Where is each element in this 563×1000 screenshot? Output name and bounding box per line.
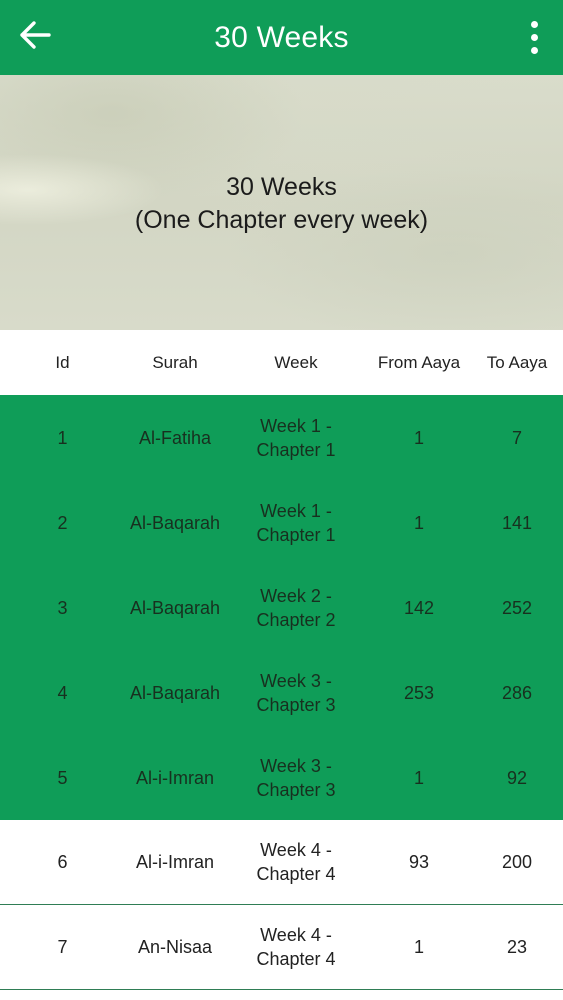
banner-subtitle: (One Chapter every week) [134, 205, 429, 234]
table-row[interactable]: 6 Al-i-Imran Week 4 - Chapter 4 93 200 [0, 820, 563, 905]
more-vert-icon-dot [530, 20, 538, 28]
cell-week: Week 3 - Chapter 3 [256, 670, 336, 715]
cell-surah: Al-Baqarah [129, 682, 221, 703]
cell-to-aaya: 286 [501, 682, 533, 703]
cell-surah: Al-i-Imran [135, 852, 214, 872]
cell-surah: An-Nisaa [137, 937, 213, 957]
cell-id: 6 [57, 852, 68, 872]
cell-to-aaya: 92 [506, 767, 528, 788]
cell-id: 3 [57, 597, 68, 618]
header-to-aaya: To Aaya [486, 352, 548, 372]
cell-week: Week 3 - Chapter 3 [256, 755, 336, 800]
cell-from-aaya: 93 [408, 852, 430, 872]
more-vert-icon-dot [530, 33, 538, 41]
cell-to-aaya: 141 [501, 512, 533, 533]
header-id: Id [55, 352, 70, 372]
table-row[interactable]: 2 Al-Baqarah Week 1 - Chapter 1 1 141 [0, 480, 563, 565]
cell-week: Week 4 - Chapter 4 [256, 840, 336, 884]
cell-week: Week 1 - Chapter 1 [256, 415, 336, 460]
table-row[interactable]: 7 An-Nisaa Week 4 - Chapter 4 1 23 [0, 905, 563, 990]
back-button[interactable] [14, 14, 56, 56]
cell-from-aaya: 1 [413, 767, 424, 788]
cell-week: Week 4 - Chapter 4 [256, 925, 336, 969]
cell-from-aaya: 1 [413, 512, 424, 533]
cell-id: 5 [57, 767, 68, 788]
schedule-table: Id Surah Week From Aaya To Aaya 1 Al-Fati… [0, 330, 563, 990]
app-bar: 30 Weeks [0, 0, 563, 75]
table-row[interactable]: 5 Al-i-Imran Week 3 - Chapter 3 1 92 [0, 735, 563, 820]
cell-id: 2 [57, 512, 68, 533]
arrow-left-icon [20, 21, 51, 49]
cell-from-aaya: 1 [413, 427, 424, 448]
table-row[interactable]: 3 Al-Baqarah Week 2 - Chapter 2 142 252 [0, 565, 563, 650]
page-title: 30 Weeks [214, 20, 349, 54]
cell-to-aaya: 7 [511, 427, 522, 448]
banner-title: 30 Weeks [226, 172, 337, 201]
cell-id: 7 [57, 937, 68, 957]
cell-from-aaya: 1 [413, 937, 424, 957]
cell-from-aaya: 253 [403, 682, 435, 703]
plan-banner: 30 Weeks (One Chapter every week) [0, 75, 563, 330]
cell-id: 1 [57, 427, 68, 448]
table-row[interactable]: 4 Al-Baqarah Week 3 - Chapter 3 253 286 [0, 650, 563, 735]
more-options-button[interactable] [519, 14, 549, 60]
header-from-aaya: From Aaya [377, 352, 461, 372]
cell-week: Week 2 - Chapter 2 [256, 585, 336, 630]
cell-to-aaya: 252 [501, 597, 533, 618]
cell-surah: Al-Baqarah [129, 512, 221, 533]
cell-surah: Al-Fatiha [138, 427, 212, 448]
table-header: Id Surah Week From Aaya To Aaya [0, 330, 563, 395]
more-vert-icon-dot [530, 46, 538, 54]
cell-to-aaya: 200 [501, 852, 533, 872]
app-screen: 30 Weeks 30 Weeks (One Chapter every wee… [0, 0, 563, 1000]
banner-text: 30 Weeks (One Chapter every week) [135, 171, 428, 237]
cell-id: 4 [57, 682, 68, 703]
table-row[interactable]: 1 Al-Fatiha Week 1 - Chapter 1 1 7 [0, 395, 563, 480]
cell-from-aaya: 142 [403, 597, 435, 618]
header-week: Week [274, 352, 318, 372]
cell-to-aaya: 23 [506, 937, 528, 957]
cell-surah: Al-i-Imran [135, 767, 214, 788]
table-body: 1 Al-Fatiha Week 1 - Chapter 1 1 7 2 Al-Baqara… [0, 395, 563, 990]
cell-week: Week 1 - Chapter 1 [256, 500, 336, 545]
cell-surah: Al-Baqarah [129, 597, 221, 618]
header-surah: Surah [152, 352, 198, 372]
